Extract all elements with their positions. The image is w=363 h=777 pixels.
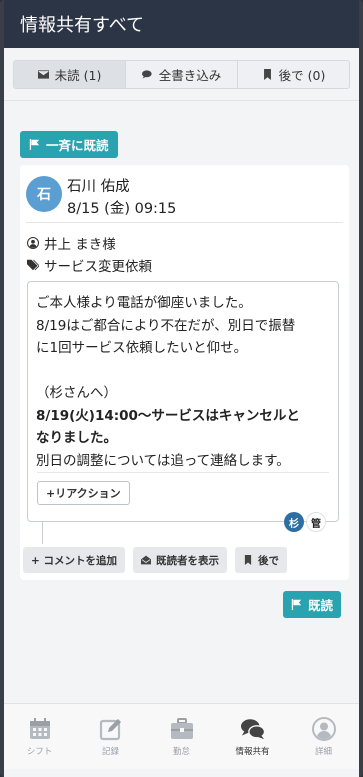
message-line: なりました。 — [36, 430, 117, 446]
user-circle-icon — [27, 237, 39, 249]
message-line: （杉さんへ） — [36, 385, 117, 401]
tab-unread-label: 未読 (1) — [54, 68, 102, 83]
message-line: 別日の調整については追って連絡します。 — [36, 452, 290, 469]
later-label: 後で — [257, 554, 279, 567]
nav-label: 情報共有 — [235, 746, 270, 757]
show-readers-label: 既読者を表示 — [155, 554, 219, 567]
post-author: 石川 佑成 — [67, 179, 130, 195]
flag-icon — [291, 599, 302, 610]
nav-item-record[interactable]: 記録 — [75, 704, 146, 769]
message-box: ご本人様より電話が御座いました。 8/19はご都合により不在だが、別日で振替 に… — [27, 281, 339, 522]
read-label: 既読 — [308, 598, 334, 613]
tags-icon — [27, 259, 39, 271]
app-header: 情報共有すべて — [4, 0, 359, 48]
post-customer: 井上 まき様 — [27, 233, 116, 253]
app-screen: 情報共有すべて 未読 (1) 全書き込み 後で (0) 一斉に既読 石 石川 佑… — [4, 0, 359, 777]
post-datetime: 8/15 (金) 09:15 — [67, 201, 177, 217]
filter-tabs: 未読 (1) 全書き込み 後で (0) — [13, 60, 350, 89]
nav-label: 勤怠 — [172, 746, 190, 757]
thread-line — [42, 522, 43, 544]
message-line: ご本人様より電話が御座いました。 — [36, 295, 252, 311]
post-card: 石 石川 佑成 8/15 (金) 09:15 井上 まき様 サービス変更依頼 ご… — [20, 165, 349, 580]
user-icon — [311, 716, 336, 741]
comments-icon — [240, 718, 265, 739]
nav-item-info-share[interactable]: 情報共有 — [217, 704, 288, 769]
bulk-read-label: 一斉に既読 — [46, 138, 109, 153]
tab-later[interactable]: 後で (0) — [238, 61, 349, 88]
device-frame: 情報共有すべて 未読 (1) 全書き込み 後で (0) 一斉に既読 石 石川 佑… — [0, 0, 363, 777]
nav-item-attendance[interactable]: 勤怠 — [146, 704, 217, 769]
comments-icon — [141, 70, 152, 79]
reaction-button[interactable]: +リアクション — [37, 481, 130, 505]
avatar: 石 — [26, 176, 62, 212]
add-comment-label: + コメントを追加 — [31, 554, 117, 567]
post-tag: サービス変更依頼 — [27, 255, 152, 275]
show-readers-button[interactable]: 既読者を表示 — [132, 547, 227, 573]
message-line — [36, 360, 330, 383]
divider — [26, 222, 343, 223]
read-button[interactable]: 既読 — [283, 591, 342, 618]
nav-item-shift[interactable]: シフト — [4, 704, 75, 769]
tab-all-posts[interactable]: 全書き込み — [126, 61, 238, 88]
post-actions: + コメントを追加 既読者を表示 後で — [23, 547, 287, 573]
reader-badge[interactable]: 杉 — [284, 512, 304, 532]
nav-label: 記録 — [101, 746, 119, 757]
briefcase-icon — [170, 717, 193, 739]
tab-unread[interactable]: 未読 (1) — [14, 61, 126, 88]
bookmark-icon — [263, 69, 271, 80]
calendar-icon — [29, 717, 50, 739]
bottom-nav: シフト 記録 勤怠 情報共有 詳細 — [4, 703, 359, 769]
divider — [4, 100, 359, 101]
nav-item-detail[interactable]: 詳細 — [288, 704, 359, 769]
reader-badges: 杉 管 — [284, 512, 326, 532]
tag-label: サービス変更依頼 — [44, 259, 152, 275]
divider — [37, 472, 329, 473]
tab-later-label: 後で (0) — [278, 68, 326, 83]
reader-badge[interactable]: 管 — [306, 512, 326, 532]
envelope-open-icon — [140, 555, 151, 565]
page-title: 情報共有すべて — [20, 15, 145, 36]
message-line: 8/19(火)14:00〜サービスはキャンセルと — [36, 407, 300, 424]
message-line: 8/19はご都合により不在だが、別日で振替 — [36, 317, 296, 334]
flag-icon — [29, 139, 40, 150]
nav-label: シフト — [26, 746, 53, 757]
customer-name: 井上 まき様 — [44, 237, 116, 253]
bulk-read-button[interactable]: 一斉に既読 — [20, 131, 118, 158]
envelope-icon — [37, 70, 49, 79]
bookmark-icon — [244, 555, 252, 565]
later-button[interactable]: 後で — [234, 547, 287, 573]
edit-icon — [99, 718, 121, 740]
message-line: に1回サービス依頼したいと仰せ。 — [36, 340, 248, 356]
tab-all-posts-label: 全書き込み — [158, 68, 222, 83]
nav-label: 詳細 — [314, 746, 332, 757]
add-comment-button[interactable]: + コメントを追加 — [23, 547, 125, 573]
